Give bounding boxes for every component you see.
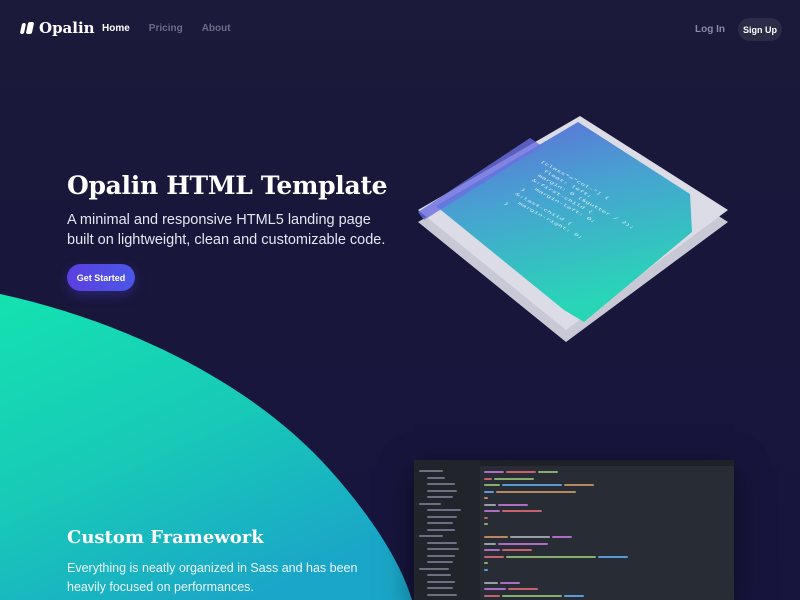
feature-text: Everything is neatly organized in Sass a… [67,561,358,594]
nav-item-about[interactable]: About [202,23,231,34]
nav-item-home[interactable]: Home [102,23,130,34]
site-header: Opalin Home Pricing About Log In Sign Up [0,0,800,58]
file-tree-item [419,592,461,599]
get-started-button[interactable]: Get Started [67,264,135,291]
feature-title: Custom Framework [67,527,264,548]
editor-code [484,469,734,600]
code-editor-screenshot [414,460,734,600]
hero-subtitle: A minimal and responsive HTML5 landing p… [67,212,386,248]
brand-logo[interactable]: Opalin [19,19,95,37]
editor-tabs [480,460,734,466]
signup-button[interactable]: Sign Up [738,18,782,41]
login-link[interactable]: Log In [695,24,725,35]
nav-item-pricing[interactable]: Pricing [149,23,183,34]
brand-name: Opalin [39,19,95,37]
hero-code-illustration: [class*="col-"] { float: left; margin: 0… [418,116,728,342]
hero-title: Opalin HTML Template [67,171,388,200]
main-nav: Home Pricing About [102,23,231,34]
logo-icon [19,21,35,35]
editor-file-tree [414,460,480,600]
